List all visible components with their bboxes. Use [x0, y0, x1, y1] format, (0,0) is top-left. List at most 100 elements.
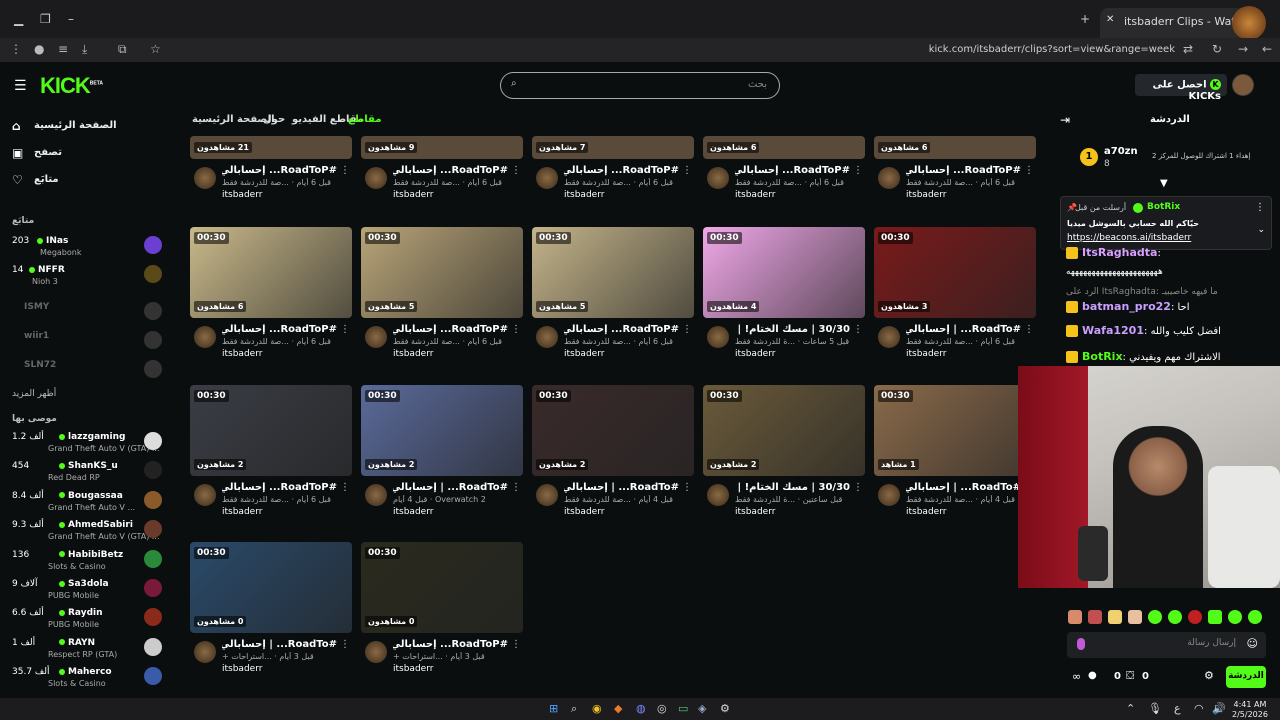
- kick-logo[interactable]: KICKBETA: [40, 73, 103, 99]
- clip-card[interactable]: 21 مشاهدون #RoadToP... إحسابالي قبل 6 أيام…: [190, 68, 352, 208]
- recommended-channel[interactable]: 8.4 ألف Bougassaa Grand Theft Auto V ...: [12, 490, 162, 519]
- wifi-icon[interactable]: ◠: [1194, 702, 1204, 715]
- clip-channel[interactable]: itsbaderr: [564, 349, 604, 359]
- clip-card[interactable]: 00:30 2 مشاهدون 30/30 | مسك الختام! | ... ق…: [703, 385, 865, 525]
- more-options-icon[interactable]: ⋮: [682, 324, 692, 335]
- kick-emote-icon[interactable]: [1077, 638, 1085, 650]
- chat-username[interactable]: Wafa1201: [1082, 324, 1144, 337]
- more-options-icon[interactable]: ⋮: [682, 482, 692, 493]
- following-channel[interactable]: 14 NFFR Nioh 3: [12, 265, 162, 293]
- clip-title[interactable]: #RoadToP... إحسابالي: [393, 165, 508, 176]
- clip-channel[interactable]: itsbaderr: [735, 349, 775, 359]
- site-settings-icon[interactable]: ⇄: [1183, 42, 1193, 56]
- clip-channel[interactable]: itsbaderr: [393, 190, 433, 200]
- clip-card[interactable]: 6 مشاهدون #RoadToP... إحسابالي قبل 6 أيام …: [703, 68, 865, 208]
- more-options-icon[interactable]: ⋮: [511, 482, 521, 493]
- chat-message[interactable]: ههههههههههههههههههههههه: [1066, 266, 1256, 277]
- channel-avatar[interactable]: [194, 641, 216, 663]
- more-options-icon[interactable]: ⋮: [853, 165, 863, 176]
- emote-icon[interactable]: [1188, 610, 1202, 624]
- chat-send-button[interactable]: الدردشة: [1226, 666, 1266, 688]
- clip-card[interactable]: 6 مشاهدون #RoadToP... إحسابالي قبل 6 أيام …: [874, 68, 1036, 208]
- clip-title[interactable]: #RoadTo... | إحسابالي: [564, 482, 679, 493]
- menu-dots-icon[interactable]: ⋮: [10, 42, 22, 56]
- clip-title[interactable]: #RoadTo... | إحسابالي: [906, 482, 1021, 493]
- clip-title[interactable]: #RoadToP... إحسابالي: [393, 324, 508, 335]
- clip-title[interactable]: #RoadTo... | إحسابالي: [393, 482, 508, 493]
- minimize-icon[interactable]: ▁: [14, 12, 23, 26]
- channel-avatar[interactable]: [536, 326, 558, 348]
- more-options-icon[interactable]: ⋮: [340, 324, 350, 335]
- url-field[interactable]: kick.com/itsbaderr/clips?sort=view&range…: [929, 44, 1175, 55]
- more-options-icon[interactable]: ⋮: [853, 324, 863, 335]
- clock[interactable]: 4:41 AM 2/5/2026: [1232, 700, 1268, 720]
- channel-avatar[interactable]: [707, 167, 729, 189]
- steam-icon[interactable]: ◈: [698, 702, 706, 715]
- clip-title[interactable]: #RoadToP... إحسابالي: [222, 482, 337, 493]
- clip-card[interactable]: 00:30 2 مشاهدون #RoadTo... | إحسابالي Overw…: [361, 385, 523, 525]
- clip-channel[interactable]: itsbaderr: [735, 190, 775, 200]
- clip-card[interactable]: 00:30 3 مشاهدون #RoadTo... | إحسابالي قبل 6…: [874, 227, 1036, 367]
- expand-arrow-icon[interactable]: ▼: [1160, 178, 1168, 189]
- clip-card[interactable]: 00:30 1 مشاهد #RoadTo... | إحسابالي قبل 4 أ…: [874, 385, 1036, 525]
- gift-icon[interactable]: ⛋: [1126, 669, 1134, 683]
- channel-avatar[interactable]: [878, 484, 900, 506]
- obs-icon[interactable]: ◎: [657, 702, 667, 715]
- clip-card[interactable]: 00:30 2 مشاهدون #RoadToP... إحسابالي قبل 6 …: [190, 385, 352, 525]
- channel-avatar[interactable]: [536, 484, 558, 506]
- recommended-channel[interactable]: 1.2 ألف lazzgaming Grand Theft Auto V (GTA…: [12, 432, 162, 460]
- clip-title[interactable]: 30/30 | مسك الختام! | ...: [735, 324, 850, 335]
- chat-username[interactable]: BotRix: [1082, 350, 1123, 363]
- clip-title[interactable]: #RoadTo... | إحسابالي: [222, 639, 337, 650]
- channel-avatar[interactable]: [707, 484, 729, 506]
- more-options-icon[interactable]: ⋮: [511, 324, 521, 335]
- emote-icon[interactable]: [1108, 610, 1122, 624]
- clip-title[interactable]: #RoadToP... إحسابالي: [735, 165, 850, 176]
- clip-title[interactable]: #RoadToP... إحسابالي: [564, 165, 679, 176]
- clip-title[interactable]: 30/30 | مسك الختام! | ...: [735, 482, 850, 493]
- browser-tab[interactable]: ✕ itsbaderr Clips - Watch Live on: [1100, 8, 1245, 38]
- recommended-channel[interactable]: 6.6 ألف Raydin PUBG Mobile: [12, 608, 162, 636]
- more-options-icon[interactable]: ⋮: [511, 165, 521, 176]
- more-options-icon[interactable]: ⋮: [1255, 202, 1265, 213]
- more-options-icon[interactable]: ⋮: [1024, 324, 1034, 335]
- top-gifter[interactable]: 1 a70zn 8 إهداء 1 اشتراك للوصول للمركز 2: [1080, 146, 1260, 172]
- tray-chevron-icon[interactable]: ⌃: [1126, 702, 1135, 715]
- channel-avatar[interactable]: [707, 326, 729, 348]
- bookmark-star-icon[interactable]: ☆: [150, 42, 161, 56]
- emote-icon[interactable]: [1228, 610, 1242, 624]
- clip-channel[interactable]: itsbaderr: [222, 507, 262, 517]
- chat-message[interactable]: Wafa1201: افضل كليب والله: [1066, 324, 1256, 337]
- users-icon[interactable]: ●: [1088, 670, 1097, 681]
- clip-channel[interactable]: itsbaderr: [564, 190, 604, 200]
- mic-icon[interactable]: 🎙: [1148, 702, 1162, 715]
- recommended-channel[interactable]: 1 ألف RAYN Respect RP (GTA): [12, 637, 162, 666]
- settings-gear-icon[interactable]: ⚙: [1204, 669, 1214, 682]
- profile-lion-avatar[interactable]: [1232, 6, 1266, 40]
- following-channel[interactable]: wiir1: [12, 331, 162, 359]
- collapse-chat-icon[interactable]: ⇥: [1060, 113, 1070, 127]
- settings-icon[interactable]: ⚙: [720, 702, 730, 715]
- more-options-icon[interactable]: ⋮: [682, 165, 692, 176]
- emote-icon[interactable]: [1208, 610, 1222, 624]
- emote-icon[interactable]: [1068, 610, 1082, 624]
- reload-icon[interactable]: ↻: [1212, 42, 1222, 56]
- taskbar-search-icon[interactable]: ⌕: [571, 702, 577, 716]
- emote-icon[interactable]: [1148, 610, 1162, 624]
- following-channel[interactable]: ISMY: [12, 302, 162, 330]
- channel-avatar[interactable]: [194, 484, 216, 506]
- clip-card[interactable]: 00:30 2 مشاهدون #RoadTo... | إحسابالي قبل 4…: [532, 385, 694, 525]
- recommended-channel[interactable]: 9.3 ألف AhmedSabiri Grand Theft Auto V (GT…: [12, 520, 162, 548]
- channel-avatar[interactable]: [365, 641, 387, 663]
- windows-start-icon[interactable]: ⊞: [549, 702, 558, 715]
- chat-message[interactable]: الرد على ItsRaghadta: ما فيهه خاصيبيـ: [1066, 286, 1256, 297]
- clip-card[interactable]: 7 مشاهدون #RoadToP... إحسابالي قبل 6 أيام …: [532, 68, 694, 208]
- new-tab-icon[interactable]: +: [1080, 12, 1090, 26]
- recommended-channel[interactable]: 35.7 ألف Maherco Slots & Casino: [12, 667, 162, 695]
- clip-card[interactable]: 00:30 5 مشاهدون #RoadToP... إحسابالي قبل 6 …: [532, 227, 694, 367]
- more-options-icon[interactable]: ⋮: [340, 165, 350, 176]
- link-icon[interactable]: ∞: [1072, 670, 1081, 683]
- chat-message[interactable]: batman_pro22: احا: [1066, 300, 1256, 313]
- more-options-icon[interactable]: ⋮: [340, 482, 350, 493]
- following-channel[interactable]: 203 INas Megabonk: [12, 236, 162, 264]
